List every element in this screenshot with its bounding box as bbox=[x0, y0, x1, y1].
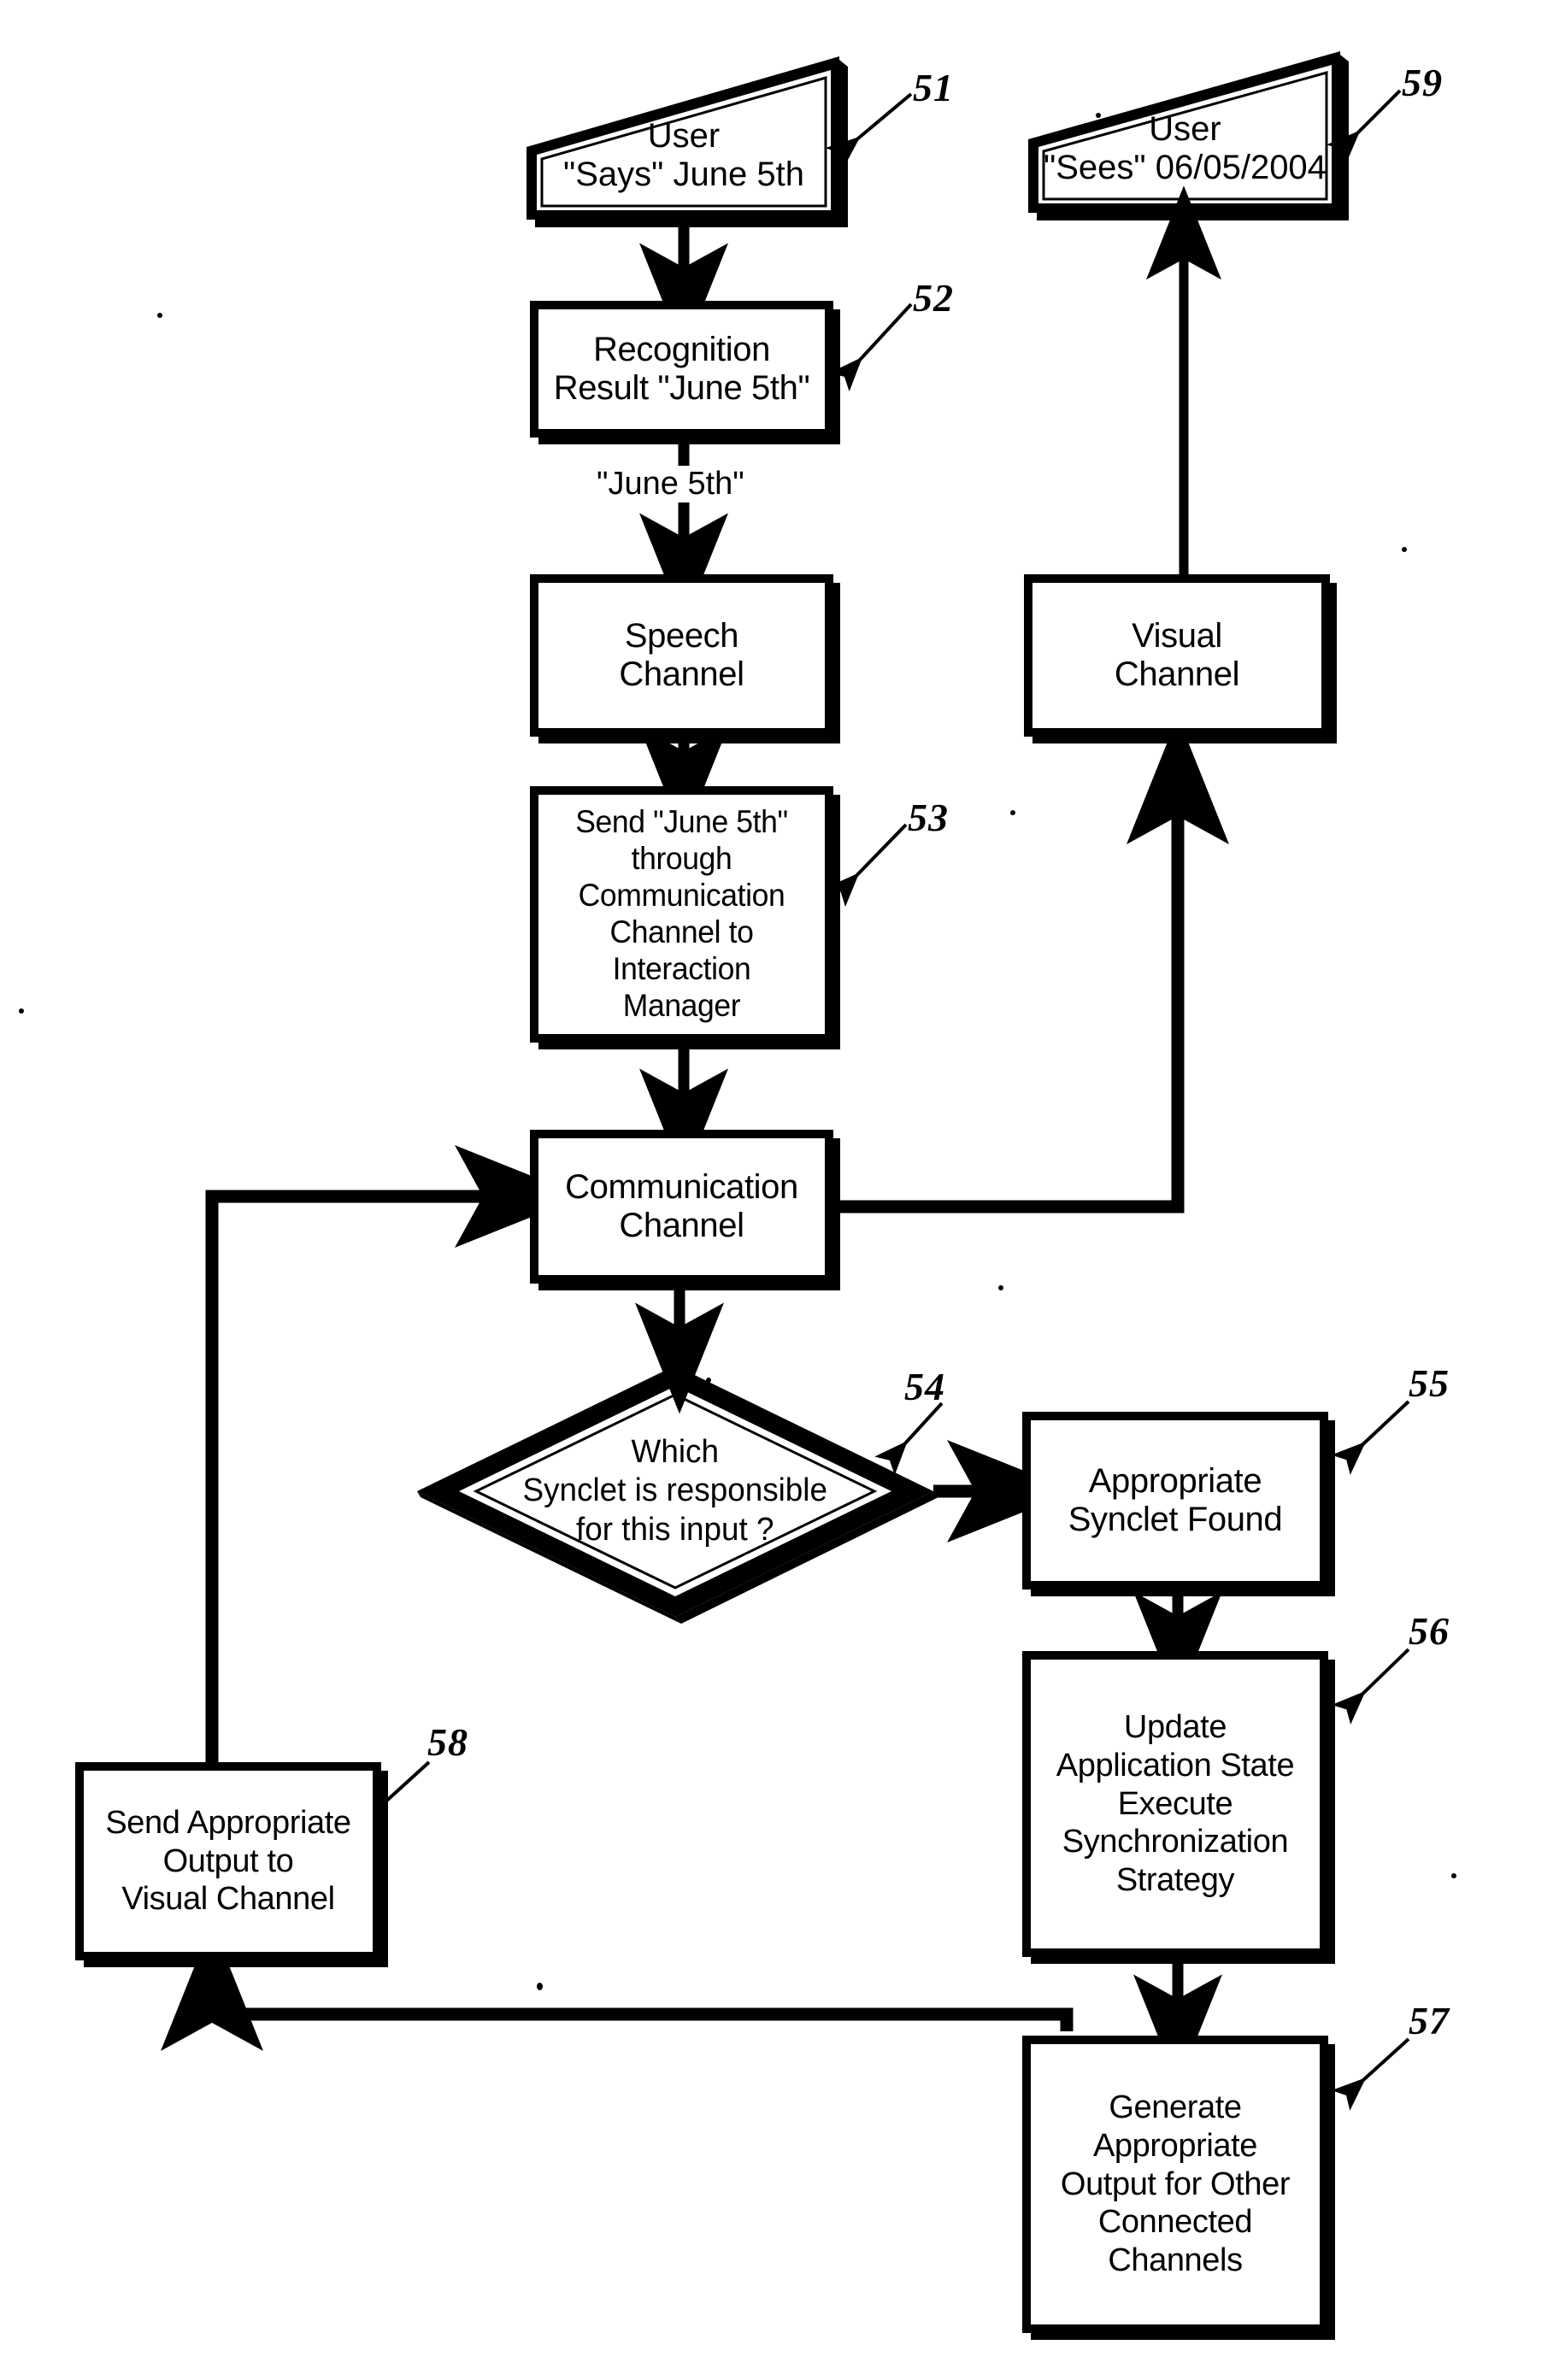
node-update-application-state-inner: Update Application State Execute Synchro… bbox=[1028, 1657, 1322, 1951]
node-update-application-state-label: Update Application State Execute Synchro… bbox=[1056, 1708, 1295, 1899]
node-visual-channel-inner: Visual Channel bbox=[1030, 580, 1324, 731]
node-speech-channel[interactable]: Speech Channel bbox=[530, 574, 833, 737]
node-appropriate-synclet-found-inner: Appropriate Synclet Found bbox=[1028, 1418, 1322, 1584]
node-visual-channel[interactable]: Visual Channel bbox=[1024, 574, 1330, 737]
ref-numeral-57: 57 bbox=[1409, 1999, 1450, 2042]
node-recognition-result-label: Recognition Result "June 5th" bbox=[553, 331, 810, 407]
node-send-through-communication-label: Send "June 5th" through Communication Ch… bbox=[575, 804, 788, 1023]
edge-comm-to-visual bbox=[833, 715, 1229, 1214]
node-send-through-communication-inner: Send "June 5th" through Communication Ch… bbox=[536, 792, 827, 1037]
scan-speck bbox=[706, 1378, 711, 1383]
node-communication-channel[interactable]: Communication Channel bbox=[530, 1130, 833, 1284]
node-communication-channel-label: Communication Channel bbox=[565, 1168, 798, 1244]
node-recognition-result-inner: Recognition Result "June 5th" bbox=[536, 307, 827, 432]
node-send-to-visual-channel[interactable]: Send Appropriate Output to Visual Channe… bbox=[75, 1762, 381, 1960]
ref-numeral-59: 59 bbox=[1402, 61, 1443, 104]
node-generate-output-label: Generate Appropriate Output for Other Co… bbox=[1060, 2089, 1291, 2279]
ref-numeral-54: 54 bbox=[904, 1365, 945, 1408]
ref-numeral-53: 53 bbox=[908, 796, 949, 839]
scan-speck bbox=[1402, 547, 1407, 552]
node-appropriate-synclet-found[interactable]: Appropriate Synclet Found bbox=[1022, 1412, 1328, 1590]
scan-speck bbox=[1010, 810, 1015, 815]
node-speech-channel-inner: Speech Channel bbox=[536, 580, 827, 731]
node-recognition-result[interactable]: Recognition Result "June 5th" bbox=[530, 301, 833, 438]
scan-speck bbox=[537, 1983, 543, 1990]
node-send-to-visual-channel-label: Send Appropriate Output to Visual Channe… bbox=[105, 1804, 351, 1918]
ref-numeral-51: 51 bbox=[913, 66, 954, 109]
scan-speck bbox=[1451, 1873, 1456, 1878]
figure-canvas: User "Says" June 5th 51 User "Sees" 06/0… bbox=[0, 0, 1559, 2380]
user-says-shape bbox=[527, 56, 848, 227]
which-synclet-shape bbox=[417, 1366, 940, 1624]
node-speech-channel-label: Speech Channel bbox=[619, 617, 744, 693]
ref-numeral-52: 52 bbox=[913, 276, 954, 320]
node-send-through-communication[interactable]: Send "June 5th" through Communication Ch… bbox=[530, 786, 833, 1043]
scan-speck bbox=[998, 1285, 1003, 1290]
scan-speck bbox=[1096, 113, 1101, 118]
user-sees-shape bbox=[1028, 51, 1349, 220]
edge-generate-to-send-visual bbox=[161, 1922, 1074, 2051]
node-communication-channel-inner: Communication Channel bbox=[536, 1136, 827, 1278]
node-visual-channel-label: Visual Channel bbox=[1114, 617, 1240, 693]
ref-numeral-56: 56 bbox=[1409, 1609, 1450, 1653]
scan-speck bbox=[19, 1008, 24, 1014]
ref-numeral-55: 55 bbox=[1409, 1361, 1450, 1405]
node-update-application-state[interactable]: Update Application State Execute Synchro… bbox=[1022, 1651, 1328, 1957]
node-generate-output[interactable]: Generate Appropriate Output for Other Co… bbox=[1022, 2036, 1328, 2333]
node-send-to-visual-channel-inner: Send Appropriate Output to Visual Channe… bbox=[81, 1768, 375, 1954]
node-generate-output-inner: Generate Appropriate Output for Other Co… bbox=[1028, 2042, 1322, 2327]
node-appropriate-synclet-found-label: Appropriate Synclet Found bbox=[1068, 1462, 1283, 1538]
scan-speck bbox=[157, 313, 162, 318]
ref-numeral-58: 58 bbox=[427, 1720, 468, 1764]
edge-label-june-5th: "June 5th" bbox=[588, 466, 753, 502]
